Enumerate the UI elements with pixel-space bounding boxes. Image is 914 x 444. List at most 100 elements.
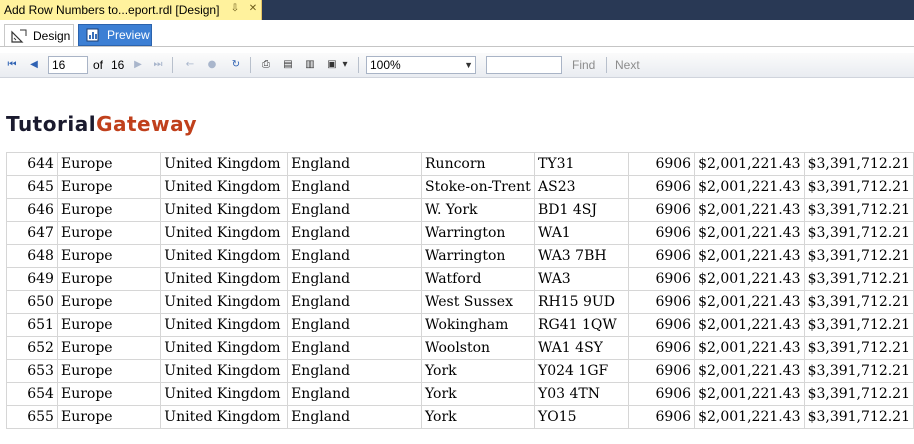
toolbar-divider: [172, 57, 173, 73]
print-icon[interactable]: ⎙: [258, 57, 274, 73]
country-cell: United Kingdom: [160, 244, 289, 268]
table-row: 649 Europe United Kingdom England Watford WA3…: [6, 267, 914, 291]
zoom-select[interactable]: 100% ▼: [366, 56, 476, 74]
stop-icon[interactable]: ●: [204, 57, 220, 73]
tab-design-label: Design: [33, 28, 71, 43]
country-cell: United Kingdom: [160, 290, 289, 314]
region-cell: Europe: [56, 405, 162, 429]
amount-cell: $3,391,712.21: [803, 267, 914, 291]
quantity-cell: 6906: [627, 198, 696, 222]
amount-cell: $2,001,221.43: [694, 313, 805, 337]
region-cell: Europe: [56, 313, 162, 337]
city-cell: Wokingham: [421, 313, 535, 337]
first-page-icon[interactable]: ⏮: [4, 57, 20, 73]
state-cell: England: [287, 313, 423, 337]
mode-tab-row: Design Preview: [0, 20, 914, 47]
city-cell: York: [421, 405, 535, 429]
quantity-cell: 6906: [627, 290, 696, 314]
table-row: 653 Europe United Kingdom England York Y024 1…: [6, 359, 914, 383]
chevron-down-icon: ▼: [464, 60, 473, 70]
toolbar-divider: [606, 57, 607, 73]
find-button[interactable]: Find: [572, 58, 595, 72]
state-cell: England: [287, 244, 423, 268]
postal-code-cell: TY31: [534, 152, 629, 176]
current-page-input[interactable]: [48, 56, 88, 74]
amount-cell: $2,001,221.43: [694, 244, 805, 268]
country-cell: United Kingdom: [160, 267, 289, 291]
city-cell: Watford: [421, 267, 535, 291]
amount-cell: $3,391,712.21: [803, 313, 914, 337]
quantity-cell: 6906: [627, 152, 696, 176]
refresh-icon[interactable]: ↻: [228, 57, 244, 73]
state-cell: England: [287, 175, 423, 199]
amount-cell: $2,001,221.43: [694, 336, 805, 360]
quantity-cell: 6906: [627, 336, 696, 360]
region-cell: Europe: [56, 382, 162, 406]
table-row: 647 Europe United Kingdom England Warrington…: [6, 221, 914, 245]
page-setup-icon[interactable]: ▥: [302, 57, 318, 73]
city-cell: York: [421, 382, 535, 406]
row-number-cell: 651: [6, 313, 58, 337]
find-input[interactable]: [486, 56, 562, 74]
previous-page-icon[interactable]: ◀: [26, 57, 42, 73]
amount-cell: $2,001,221.43: [694, 198, 805, 222]
city-cell: West Sussex: [421, 290, 535, 314]
region-cell: Europe: [56, 244, 162, 268]
country-cell: United Kingdom: [160, 221, 289, 245]
state-cell: England: [287, 290, 423, 314]
quantity-cell: 6906: [627, 405, 696, 429]
amount-cell: $3,391,712.21: [803, 198, 914, 222]
postal-code-cell: WA3 7BH: [534, 244, 629, 268]
amount-cell: $3,391,712.21: [803, 290, 914, 314]
postal-code-cell: WA1 4SY: [534, 336, 629, 360]
next-page-icon[interactable]: ▶: [130, 57, 146, 73]
region-cell: Europe: [56, 152, 162, 176]
row-number-cell: 650: [6, 290, 58, 314]
preview-report-icon: [85, 28, 101, 42]
amount-cell: $3,391,712.21: [803, 244, 914, 268]
row-number-cell: 644: [6, 152, 58, 176]
row-number-cell: 649: [6, 267, 58, 291]
amount-cell: $2,001,221.43: [694, 267, 805, 291]
table-row: 655 Europe United Kingdom England York YO15 69…: [6, 405, 914, 429]
print-layout-icon[interactable]: ▤: [280, 57, 296, 73]
region-cell: Europe: [56, 175, 162, 199]
close-icon[interactable]: ✕: [246, 2, 260, 16]
postal-code-cell: RH15 9UD: [534, 290, 629, 314]
quantity-cell: 6906: [627, 267, 696, 291]
country-cell: United Kingdom: [160, 175, 289, 199]
row-number-cell: 645: [6, 175, 58, 199]
table-row: 648 Europe United Kingdom England Warrington…: [6, 244, 914, 268]
last-page-icon[interactable]: ⏭: [150, 57, 166, 73]
document-tab-title: Add Row Numbers to...eport.rdl [Design]: [4, 3, 220, 17]
row-number-cell: 648: [6, 244, 58, 268]
country-cell: United Kingdom: [160, 152, 289, 176]
table-row: 651 Europe United Kingdom England Wokingham R…: [6, 313, 914, 337]
postal-code-cell: RG41 1QW: [534, 313, 629, 337]
city-cell: Woolston: [421, 336, 535, 360]
amount-cell: $2,001,221.43: [694, 175, 805, 199]
amount-cell: $2,001,221.43: [694, 290, 805, 314]
pin-icon[interactable]: ⇩: [228, 2, 242, 16]
region-cell: Europe: [56, 290, 162, 314]
tab-preview-label: Preview: [107, 28, 150, 42]
document-tab[interactable]: Add Row Numbers to...eport.rdl [Design] …: [0, 0, 262, 20]
amount-cell: $3,391,712.21: [803, 336, 914, 360]
tab-preview[interactable]: Preview: [78, 24, 152, 46]
country-cell: United Kingdom: [160, 405, 289, 429]
row-number-cell: 647: [6, 221, 58, 245]
tab-design[interactable]: Design: [4, 24, 74, 46]
back-icon[interactable]: ←: [182, 57, 198, 73]
next-button[interactable]: Next: [615, 58, 640, 72]
city-cell: Stoke-on-Trent: [421, 175, 535, 199]
logo-part-2: Gateway: [96, 112, 197, 136]
region-cell: Europe: [56, 336, 162, 360]
table-row: 646 Europe United Kingdom England W. York BD1…: [6, 198, 914, 222]
toolbar-divider: [250, 57, 251, 73]
city-cell: Warrington: [421, 221, 535, 245]
export-icon[interactable]: ▣: [324, 57, 340, 73]
postal-code-cell: YO15: [534, 405, 629, 429]
quantity-cell: 6906: [627, 221, 696, 245]
amount-cell: $2,001,221.43: [694, 405, 805, 429]
export-dropdown-icon[interactable]: ▾: [340, 57, 350, 73]
